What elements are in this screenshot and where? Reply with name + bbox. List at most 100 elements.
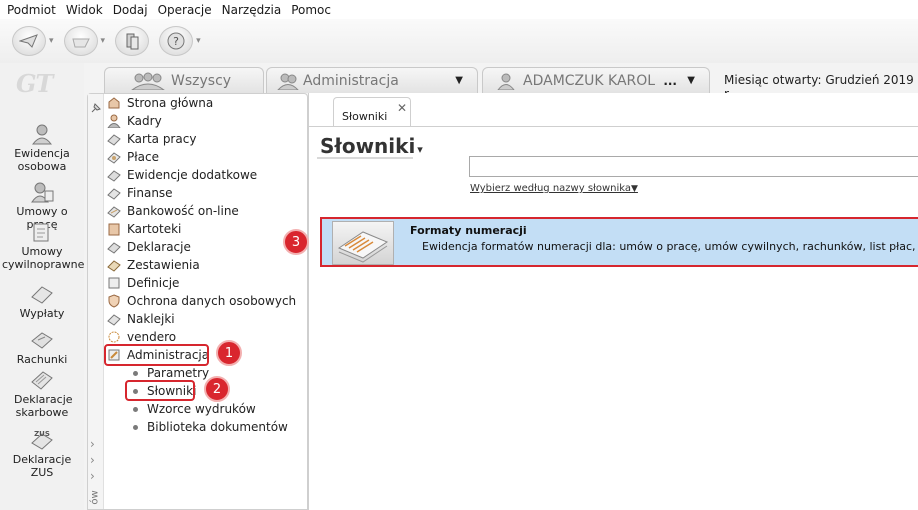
send-button[interactable]: ▾ [12, 26, 54, 56]
dropdown-arrow-icon[interactable]: ▼ [455, 75, 463, 86]
chevron-right-icon[interactable]: › [90, 453, 95, 467]
nav-label: Deklaracje skarbowe [14, 393, 73, 419]
nav-deklaracje-skarbowe[interactable]: Deklaracje skarbowe [0, 369, 84, 419]
tab-administracja[interactable]: Administracja ▼ [266, 67, 478, 93]
menu-narzedzia[interactable]: Narzędzia [221, 3, 283, 17]
svg-text:?: ? [173, 35, 179, 48]
month-label: Miesiąc otwarty: [724, 73, 822, 87]
step-badge-2: 2 [204, 376, 230, 402]
navigation-tree: › › › ów Strona główna Kadry Karta pracy… [87, 93, 308, 510]
nav-wyplaty[interactable]: Wypłaty [0, 283, 84, 320]
finance-icon [107, 188, 121, 200]
chevron-down-icon[interactable]: ▾ [49, 36, 54, 46]
strip-label: ów [89, 490, 101, 505]
menu-bar: Podmiot Widok Dodaj Operacje Narzędzia P… [0, 0, 918, 19]
tab-slowniki[interactable]: Słowniki ✕ [333, 97, 411, 127]
tree-side-strip: › › › ów [88, 94, 104, 509]
tree-subitem-wzorce-wydrukow[interactable]: Wzorce wydruków [133, 400, 256, 418]
tree-label: Biblioteka dokumentów [147, 420, 288, 434]
more-dots[interactable]: ... [663, 74, 677, 88]
nav-label: Ewidencja osobowa [14, 147, 70, 173]
tree-item-bankowosc[interactable]: Bankowość on-line [107, 202, 239, 220]
nav-rachunki[interactable]: Rachunki [0, 329, 84, 366]
logo: GT [16, 69, 53, 98]
chevron-right-icon[interactable]: › [90, 469, 95, 483]
bill-icon [31, 332, 53, 349]
tree-item-finanse[interactable]: Finanse [107, 184, 173, 202]
receive-icon [71, 38, 90, 48]
close-icon[interactable]: ✕ [397, 101, 407, 115]
nav-label: Deklaracje ZUS [12, 453, 72, 479]
search-input[interactable] [469, 156, 918, 177]
people-icon [31, 124, 53, 145]
tab-wszyscy-label: Wszyscy [171, 72, 232, 89]
page-title-text: Słowniki [320, 134, 416, 158]
payroll-icon [107, 152, 121, 164]
tree-label: Ewidencje dodatkowe [127, 168, 258, 182]
time-card-icon [107, 134, 121, 146]
tree-label: Strona główna [127, 96, 214, 110]
tree-item-naklejki[interactable]: Naklejki [107, 310, 175, 328]
menu-widok[interactable]: Widok [65, 3, 104, 17]
bullet-icon [133, 370, 138, 376]
dictionary-thumbnail [332, 221, 394, 265]
tab-administracja-label: Administracja [303, 72, 399, 89]
tree-item-zestawienia[interactable]: Zestawienia [107, 256, 200, 274]
tab-divider [309, 126, 918, 127]
group-icon [131, 72, 165, 90]
tree-item-ochrona-danych[interactable]: Ochrona danych osobowych [107, 292, 296, 310]
chevron-down-icon[interactable]: ▾ [196, 36, 201, 46]
shield-icon [108, 294, 120, 308]
tree-label: Naklejki [127, 312, 175, 326]
receive-button[interactable]: ▾ [63, 26, 106, 56]
nav-umowy-cywilnoprawne[interactable]: Umowy cywilnoprawne [0, 221, 84, 271]
tree-label: Kartoteki [127, 222, 182, 236]
contract-icon [31, 182, 54, 203]
menu-operacje[interactable]: Operacje [157, 3, 213, 17]
page-title[interactable]: Słowniki ▾ [320, 134, 423, 158]
tree-item-kartoteki[interactable]: Kartoteki [107, 220, 181, 238]
tree-item-definicje[interactable]: Definicje [107, 274, 179, 292]
main-content: Słowniki ✕ Słowniki ▾ Wybierz według nazw… [308, 93, 918, 510]
nav-ewidencja-osobowa[interactable]: Ewidencja osobowa [0, 123, 84, 173]
tree-item-karta-pracy[interactable]: Karta pracy [107, 130, 196, 148]
tree-label: Deklaracje [127, 240, 191, 254]
tree-label: Zestawienia [127, 258, 200, 272]
pin-icon[interactable] [90, 102, 102, 114]
book-icon [337, 231, 389, 263]
tax-declaration-icon [31, 371, 53, 390]
send-icon [19, 34, 38, 48]
title-underline [317, 157, 413, 159]
tree-label: Parametry [147, 366, 210, 380]
result-title: Formaty numeracji [410, 224, 527, 237]
civil-contract-icon [33, 223, 49, 242]
report-icon [107, 260, 121, 272]
tab-person[interactable]: ADAMCZUK KAROL ... ▼ [482, 67, 710, 93]
highlight-slowniki [125, 380, 195, 401]
nav-deklaracje-zus[interactable]: ZUS Deklaracje ZUS [0, 429, 84, 479]
menu-podmiot[interactable]: Podmiot [6, 3, 57, 17]
tree-subitem-biblioteka[interactable]: Biblioteka dokumentów [133, 418, 288, 436]
tools-button[interactable] [115, 26, 150, 56]
doc-tab-label: Słowniki [342, 110, 388, 123]
toolbar: ▾ ▾ ? ▾ [0, 19, 918, 63]
people-icon [107, 114, 121, 128]
help-button[interactable]: ? ▾ [159, 26, 201, 56]
tree-item-strona-glowna[interactable]: Strona główna [107, 94, 213, 112]
tree-item-kadry[interactable]: Kadry [107, 112, 162, 130]
menu-dodaj[interactable]: Dodaj [112, 3, 149, 17]
menu-pomoc[interactable]: Pomoc [290, 3, 332, 17]
list-item-formaty-numeracji[interactable]: Formaty numeracji Ewidencja formatów num… [320, 217, 918, 267]
tree-label: vendero [127, 330, 177, 344]
tree-item-place[interactable]: Płace [107, 148, 159, 166]
nav-label: Wypłaty [19, 307, 65, 320]
tools-icon [126, 33, 139, 50]
dropdown-arrow-icon[interactable]: ▼ [687, 75, 695, 86]
chevron-right-icon[interactable]: › [90, 437, 95, 451]
chevron-down-icon[interactable]: ▾ [101, 36, 106, 46]
tab-wszyscy[interactable]: Wszyscy [104, 67, 264, 93]
search-mode-dropdown[interactable]: Wybierz według nazwy słownika▼ [470, 183, 638, 194]
tree-item-deklaracje[interactable]: Deklaracje [107, 238, 191, 256]
tree-item-ewidencje-dodatkowe[interactable]: Ewidencje dodatkowe [107, 166, 257, 184]
tree-label: Bankowość on-line [127, 204, 239, 218]
